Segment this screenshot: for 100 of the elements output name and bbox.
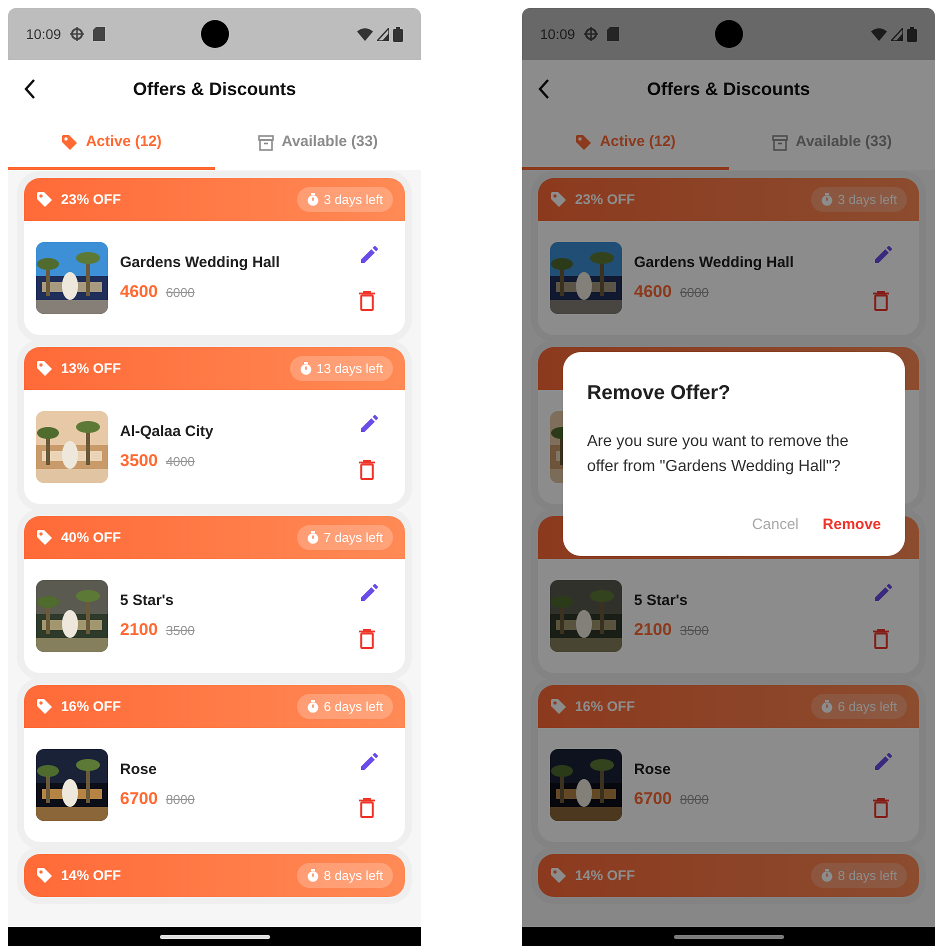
original-price: 4000 <box>166 452 195 470</box>
tag-icon <box>36 529 53 546</box>
original-price: 6000 <box>166 284 195 302</box>
archive-icon <box>258 134 274 150</box>
discount-label: 14% OFF <box>575 866 635 885</box>
edit-button[interactable] <box>359 583 379 603</box>
wifi-icon <box>871 28 887 40</box>
clock-text: 10:09 <box>26 24 62 44</box>
back-button[interactable] <box>538 79 550 99</box>
sd-card-icon <box>607 27 620 41</box>
edit-button[interactable] <box>873 752 893 772</box>
camera-cutout <box>200 20 228 48</box>
dialog-title: Remove Offer? <box>587 381 732 406</box>
days-left-text: 8 days left <box>324 866 383 885</box>
pencil-icon <box>359 752 379 772</box>
archive-icon <box>772 134 788 150</box>
venue-name: 5 Star's <box>634 591 689 611</box>
clock-text: 10:09 <box>540 24 576 44</box>
battery-icon <box>907 26 917 42</box>
discount-label: 23% OFF <box>61 190 121 209</box>
trash-icon <box>873 291 889 311</box>
back-button[interactable] <box>24 79 36 99</box>
discount-label: 13% OFF <box>61 359 121 378</box>
offer-price: 2100 <box>634 618 672 640</box>
battery-icon <box>393 26 403 42</box>
trash-icon <box>359 798 375 818</box>
tag-icon <box>550 867 567 884</box>
remove-button[interactable]: Remove <box>822 514 881 536</box>
days-left-text: 8 days left <box>838 866 897 885</box>
timer-icon <box>300 362 312 375</box>
wifi-icon <box>357 28 373 40</box>
trash-icon <box>359 291 375 311</box>
days-left-text: 3 days left <box>838 190 897 209</box>
tag-icon <box>60 134 78 151</box>
offer-price: 6700 <box>120 788 158 810</box>
timer-icon <box>820 193 833 206</box>
home-handle[interactable] <box>160 934 270 938</box>
venue-name: Rose <box>120 760 158 780</box>
cancel-button[interactable]: Cancel <box>752 514 799 536</box>
pencil-icon <box>873 752 893 772</box>
trash-icon <box>873 629 889 649</box>
offer-price: 6700 <box>634 788 672 810</box>
camera-cutout <box>714 20 742 48</box>
tag-icon <box>36 698 53 715</box>
pencil-icon <box>873 583 893 603</box>
timer-icon <box>306 193 319 206</box>
discount-label: 40% OFF <box>61 528 121 547</box>
days-left-text: 3 days left <box>324 190 383 209</box>
discount-label: 16% OFF <box>575 697 635 716</box>
days-left-text: 13 days left <box>316 360 383 378</box>
trash-icon <box>873 798 889 818</box>
signal-icon <box>377 28 389 40</box>
tag-icon <box>550 698 567 715</box>
days-left-text: 6 days left <box>838 698 897 716</box>
venue-name: Gardens Wedding Hall <box>634 253 794 273</box>
signal-icon <box>891 28 903 40</box>
tag-icon <box>574 134 592 151</box>
tag-icon <box>36 360 53 377</box>
original-price: 3500 <box>680 622 709 640</box>
original-price: 8000 <box>680 790 709 808</box>
edit-button[interactable] <box>359 245 379 265</box>
trash-icon <box>359 629 375 649</box>
pencil-icon <box>359 414 379 434</box>
original-price: 6000 <box>680 284 709 302</box>
days-left-text: 6 days left <box>324 698 383 716</box>
timer-icon <box>820 869 833 882</box>
home-handle[interactable] <box>674 934 784 938</box>
original-price: 3500 <box>166 622 195 640</box>
tag-icon <box>36 191 53 208</box>
pencil-icon <box>873 245 893 265</box>
offer-price: 4600 <box>634 280 672 302</box>
trash-icon <box>359 460 375 480</box>
gear-icon <box>583 26 600 42</box>
dialog-message: Are you sure you want to remove the offer from "Gardens Wedding Hall"? <box>587 432 850 477</box>
gear-icon <box>69 26 86 42</box>
days-left-text: 7 days left <box>324 528 383 547</box>
offer-price: 4600 <box>120 280 158 302</box>
venue-name: 5 Star's <box>120 591 175 611</box>
edit-button[interactable] <box>359 414 379 434</box>
timer-icon <box>306 869 319 882</box>
offer-price: 2100 <box>120 618 158 640</box>
original-price: 8000 <box>166 790 195 808</box>
venue-name: Rose <box>634 760 672 780</box>
edit-button[interactable] <box>359 752 379 772</box>
timer-icon <box>820 700 833 713</box>
tag-icon <box>550 191 567 208</box>
pencil-icon <box>359 583 379 603</box>
timer-icon <box>306 531 319 544</box>
venue-name: Al-Qalaa City <box>120 422 214 442</box>
tag-icon <box>36 867 53 884</box>
screen-title: Offers & Discounts <box>132 78 298 100</box>
screen-title: Offers & Discounts <box>646 78 812 100</box>
venue-name: Gardens Wedding Hall <box>120 253 280 273</box>
discount-label: 23% OFF <box>575 190 635 209</box>
discount-label: 14% OFF <box>61 866 121 885</box>
edit-button[interactable] <box>873 245 893 265</box>
timer-icon <box>306 700 319 713</box>
edit-button[interactable] <box>873 583 893 603</box>
sd-card-icon <box>93 27 106 41</box>
discount-label: 16% OFF <box>61 697 121 716</box>
